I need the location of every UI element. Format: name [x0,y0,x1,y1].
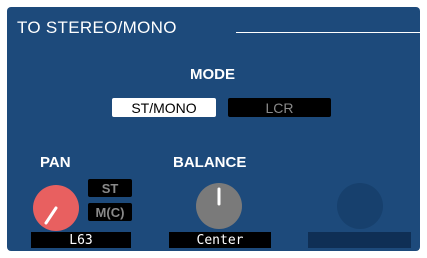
third-knob-disabled [337,183,383,229]
balance-value-display: Center [169,232,271,248]
mode-label: MODE [190,66,235,83]
mode-lcr-button[interactable]: LCR [228,98,331,117]
pan-label: PAN [40,154,71,171]
title-divider [236,32,422,33]
pan-knob[interactable] [30,182,82,234]
balance-label: BALANCE [173,154,247,171]
pan-value-display: L63 [31,232,131,248]
third-value-display [308,232,411,248]
pan-st-button[interactable]: ST [88,179,132,197]
third-knob-body [337,183,383,229]
pan-mc-button[interactable]: M(C) [88,203,132,221]
mode-st-mono-button[interactable]: ST/MONO [112,98,216,117]
balance-knob[interactable] [193,180,245,232]
section-title: TO STEREO/MONO [17,18,177,37]
